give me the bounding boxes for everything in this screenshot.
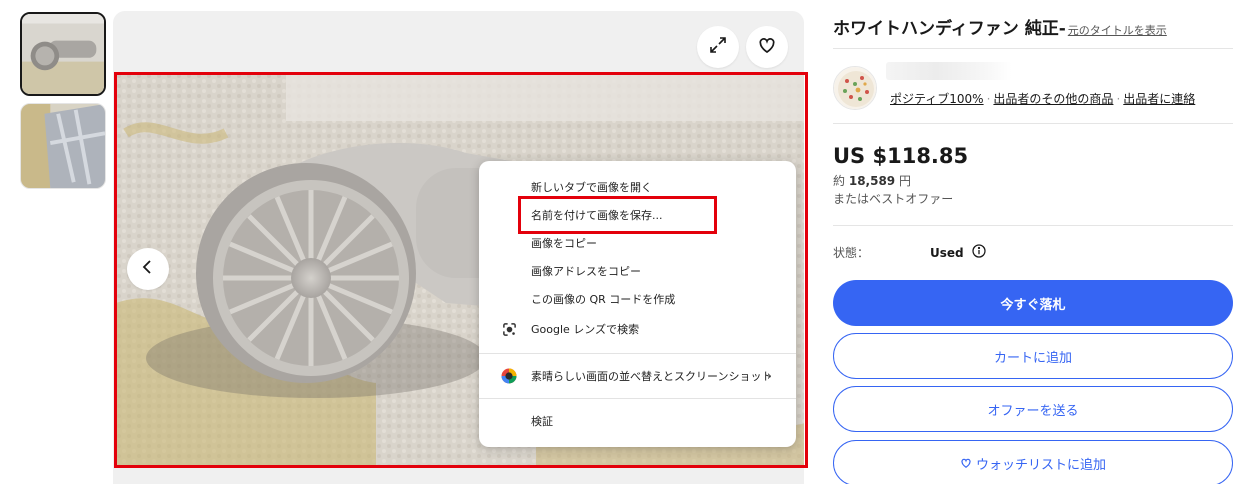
expand-button[interactable] xyxy=(697,26,739,68)
seller-feedback-link[interactable]: ポジティブ100% xyxy=(890,92,984,106)
divider xyxy=(833,123,1233,124)
contact-seller-link[interactable]: 出品者に連絡 xyxy=(1123,92,1195,106)
menu-create-qr-code[interactable]: この画像の QR コードを作成 xyxy=(479,286,796,312)
context-menu: 新しいタブで画像を開く 名前を付けて画像を保存... 画像をコピー 画像アドレス… xyxy=(479,161,796,447)
google-lens-icon xyxy=(501,321,517,337)
favorite-button[interactable] xyxy=(746,26,788,68)
menu-copy-image-address[interactable]: 画像アドレスをコピー xyxy=(479,258,796,284)
approx-prefix: 約 xyxy=(833,174,846,188)
separator-dot: · xyxy=(986,92,991,106)
thumbnail-image xyxy=(22,14,104,94)
watchlist-label: ウォッチリストに追加 xyxy=(975,457,1106,473)
heart-icon xyxy=(960,457,972,469)
menu-google-lens-search[interactable]: Google レンズで検索 xyxy=(479,316,796,342)
condition-label: 状態： xyxy=(833,246,870,260)
menu-copy-image[interactable]: 画像をコピー xyxy=(479,230,796,256)
approx-unit: 円 xyxy=(898,174,911,188)
menu-item-label: この画像の QR コードを作成 xyxy=(531,293,676,306)
extension-icon xyxy=(501,368,517,384)
add-to-watchlist-button[interactable]: ウォッチリストに追加 xyxy=(833,440,1233,484)
chevron-right-icon: › xyxy=(766,368,772,384)
make-offer-button[interactable]: オファーを送る xyxy=(833,386,1233,432)
menu-separator xyxy=(479,398,796,399)
thumbnail-2[interactable] xyxy=(20,103,106,189)
approx-price: 約 18,589 円 xyxy=(833,172,911,189)
approx-value: 18,589 xyxy=(848,174,896,188)
menu-extension-screenshot[interactable]: 素晴らしい画面の並べ替えとスクリーンショット › xyxy=(479,363,796,389)
menu-item-label: 新しいタブで画像を開く xyxy=(531,181,652,194)
menu-separator xyxy=(479,353,796,354)
previous-image-button[interactable] xyxy=(127,248,169,290)
seller-other-items-link[interactable]: 出品者のその他の商品 xyxy=(993,92,1113,106)
info-icon[interactable] xyxy=(971,244,986,261)
separator-dot: · xyxy=(1116,92,1121,106)
heart-icon xyxy=(757,35,777,59)
add-to-cart-button[interactable]: カートに追加 xyxy=(833,333,1233,379)
menu-item-label: 素晴らしい画面の並べ替えとスクリーンショット xyxy=(531,370,773,383)
listing-title: ホワイトハンディファン 純正- xyxy=(833,19,1066,39)
seller-links: ポジティブ100% · 出品者のその他の商品 · 出品者に連絡 xyxy=(890,90,1195,107)
menu-item-label: 画像をコピー xyxy=(531,237,597,250)
menu-item-label: 画像アドレスをコピー xyxy=(531,265,641,278)
listing-title-row: ホワイトハンディファン 純正- 元のタイトルを表示 xyxy=(833,14,1167,39)
thumbnail-image xyxy=(21,104,105,188)
buy-now-button[interactable]: 今すぐ落札 xyxy=(833,280,1233,326)
menu-item-label: 検証 xyxy=(531,415,553,428)
menu-item-label: 名前を付けて画像を保存... xyxy=(531,209,663,222)
show-original-title-link[interactable]: 元のタイトルを表示 xyxy=(1068,24,1167,37)
condition-value-row: Used xyxy=(930,244,986,261)
menu-item-label: Google レンズで検索 xyxy=(531,323,640,336)
menu-open-image-new-tab[interactable]: 新しいタブで画像を開く xyxy=(479,174,796,200)
price: US $118.85 xyxy=(833,144,969,168)
condition-value: Used xyxy=(930,245,964,260)
seller-name-blurred xyxy=(886,62,1012,80)
menu-save-image-as[interactable]: 名前を付けて画像を保存... xyxy=(479,202,796,228)
chevron-left-icon xyxy=(139,258,157,280)
best-offer-text: またはベストオファー xyxy=(833,192,954,206)
divider xyxy=(833,225,1233,226)
seller-avatar[interactable] xyxy=(833,66,877,110)
menu-inspect[interactable]: 検証 xyxy=(479,408,796,434)
thumbnail-1[interactable] xyxy=(20,12,106,96)
expand-icon xyxy=(708,35,728,59)
divider xyxy=(833,48,1233,49)
